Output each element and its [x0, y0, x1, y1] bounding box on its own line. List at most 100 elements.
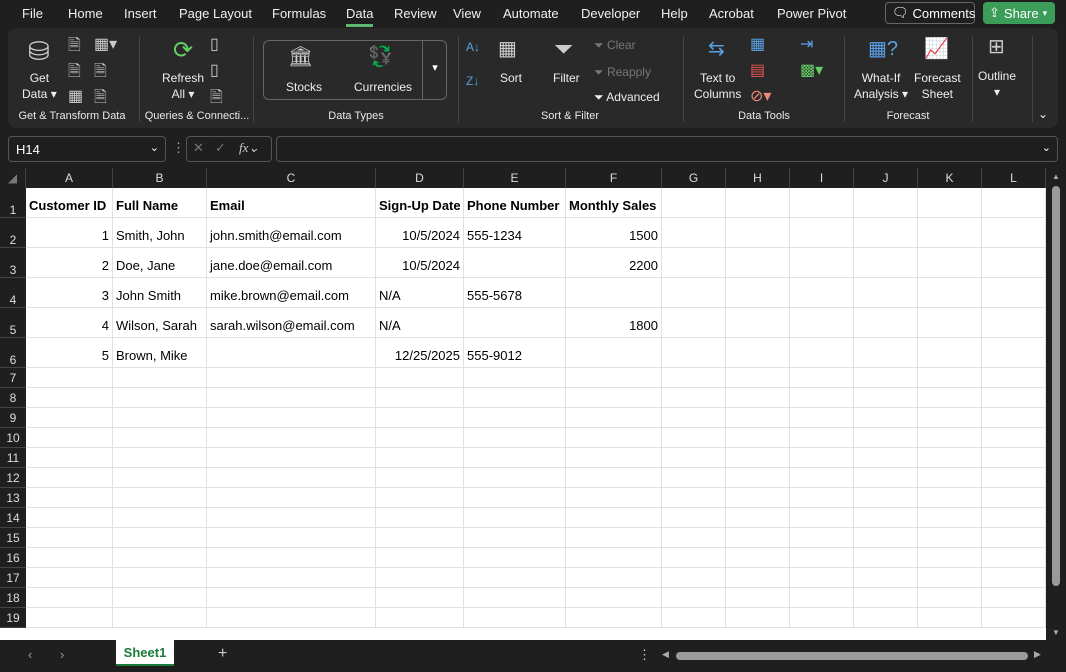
- cell-I5[interactable]: [790, 308, 854, 338]
- cell-H3[interactable]: [726, 248, 790, 278]
- cell-C7[interactable]: [207, 368, 376, 388]
- cell-A13[interactable]: [26, 488, 113, 508]
- cell-G3[interactable]: [662, 248, 726, 278]
- cell-A9[interactable]: [26, 408, 113, 428]
- column-header-B[interactable]: B: [113, 168, 207, 188]
- cell-I3[interactable]: [790, 248, 854, 278]
- cancel-icon[interactable]: ✕: [193, 140, 204, 156]
- add-sheet-icon[interactable]: +: [218, 645, 227, 663]
- cell-H11[interactable]: [726, 448, 790, 468]
- row-header-6[interactable]: 6: [0, 338, 26, 368]
- cell-G5[interactable]: [662, 308, 726, 338]
- sort-button[interactable]: Sort: [500, 70, 522, 86]
- cell-K6[interactable]: [918, 338, 982, 368]
- cell-L13[interactable]: [982, 488, 1046, 508]
- cell-E4[interactable]: 555-5678: [464, 278, 566, 308]
- cell-G18[interactable]: [662, 588, 726, 608]
- cell-A1[interactable]: Customer ID: [26, 188, 113, 218]
- cell-E19[interactable]: [464, 608, 566, 628]
- cell-E16[interactable]: [464, 548, 566, 568]
- more-options-icon[interactable]: ⋮: [172, 140, 185, 156]
- cell-C9[interactable]: [207, 408, 376, 428]
- cell-B18[interactable]: [113, 588, 207, 608]
- cell-L14[interactable]: [982, 508, 1046, 528]
- cell-I8[interactable]: [790, 388, 854, 408]
- cell-G4[interactable]: [662, 278, 726, 308]
- flash-fill-icon[interactable]: ▦: [750, 34, 765, 54]
- column-header-D[interactable]: D: [376, 168, 464, 188]
- cell-F7[interactable]: [566, 368, 662, 388]
- cell-H19[interactable]: [726, 608, 790, 628]
- cell-G12[interactable]: [662, 468, 726, 488]
- cell-G15[interactable]: [662, 528, 726, 548]
- cell-G13[interactable]: [662, 488, 726, 508]
- cell-E2[interactable]: 555-1234: [464, 218, 566, 248]
- column-header-A[interactable]: A: [26, 168, 113, 188]
- row-header-18[interactable]: 18: [0, 588, 26, 608]
- cell-D18[interactable]: [376, 588, 464, 608]
- cell-C11[interactable]: [207, 448, 376, 468]
- cell-G1[interactable]: [662, 188, 726, 218]
- cell-A14[interactable]: [26, 508, 113, 528]
- cell-L12[interactable]: [982, 468, 1046, 488]
- cell-G7[interactable]: [662, 368, 726, 388]
- cell-F6[interactable]: [566, 338, 662, 368]
- cell-K9[interactable]: [918, 408, 982, 428]
- edit-links-icon[interactable]: 🗎: [210, 86, 223, 113]
- cell-L17[interactable]: [982, 568, 1046, 588]
- cell-H15[interactable]: [726, 528, 790, 548]
- cell-D2[interactable]: 10/5/2024: [376, 218, 464, 248]
- cell-D6[interactable]: 12/25/2025: [376, 338, 464, 368]
- cell-I17[interactable]: [790, 568, 854, 588]
- cell-H2[interactable]: [726, 218, 790, 248]
- cell-G17[interactable]: [662, 568, 726, 588]
- column-header-L[interactable]: L: [982, 168, 1046, 188]
- column-header-K[interactable]: K: [918, 168, 982, 188]
- cell-J12[interactable]: [854, 468, 918, 488]
- cell-K5[interactable]: [918, 308, 982, 338]
- cell-K10[interactable]: [918, 428, 982, 448]
- menu-tab-acrobat[interactable]: Acrobat: [709, 6, 754, 21]
- cell-B6[interactable]: Brown, Mike: [113, 338, 207, 368]
- row-header-13[interactable]: 13: [0, 488, 26, 508]
- cell-B3[interactable]: Doe, Jane: [113, 248, 207, 278]
- cell-A15[interactable]: [26, 528, 113, 548]
- menu-tab-formulas[interactable]: Formulas: [272, 6, 326, 21]
- column-header-G[interactable]: G: [662, 168, 726, 188]
- column-header-F[interactable]: F: [566, 168, 662, 188]
- forecast-sheet-button[interactable]: ForecastSheet: [914, 70, 961, 102]
- cell-B10[interactable]: [113, 428, 207, 448]
- cell-J9[interactable]: [854, 408, 918, 428]
- cell-L3[interactable]: [982, 248, 1046, 278]
- cell-E3[interactable]: [464, 248, 566, 278]
- select-all-button[interactable]: ◢: [0, 168, 26, 188]
- cell-I19[interactable]: [790, 608, 854, 628]
- expand-formula-icon[interactable]: ⌄: [1042, 141, 1051, 154]
- cell-C1[interactable]: Email: [207, 188, 376, 218]
- get-data-button[interactable]: GetData ▾: [22, 70, 57, 102]
- cell-I4[interactable]: [790, 278, 854, 308]
- cell-F17[interactable]: [566, 568, 662, 588]
- insert-function-icon[interactable]: fx⌄: [239, 140, 259, 156]
- cell-E15[interactable]: [464, 528, 566, 548]
- cell-D10[interactable]: [376, 428, 464, 448]
- cell-L19[interactable]: [982, 608, 1046, 628]
- cell-G10[interactable]: [662, 428, 726, 448]
- cell-H9[interactable]: [726, 408, 790, 428]
- cell-J17[interactable]: [854, 568, 918, 588]
- remove-duplicates-icon[interactable]: ▤: [750, 60, 765, 80]
- cell-K12[interactable]: [918, 468, 982, 488]
- cell-K11[interactable]: [918, 448, 982, 468]
- menu-tab-file[interactable]: File: [22, 6, 43, 21]
- from-table-icon[interactable]: ▦: [68, 86, 83, 106]
- cell-C5[interactable]: sarah.wilson@email.com: [207, 308, 376, 338]
- what-if-analysis-button[interactable]: What-IfAnalysis ▾: [854, 70, 908, 102]
- cell-A4[interactable]: 3: [26, 278, 113, 308]
- cell-J8[interactable]: [854, 388, 918, 408]
- row-header-7[interactable]: 7: [0, 368, 26, 388]
- cell-C17[interactable]: [207, 568, 376, 588]
- more-options-icon[interactable]: ⋮: [638, 647, 651, 663]
- cell-D15[interactable]: [376, 528, 464, 548]
- currencies-button[interactable]: Currencies: [354, 79, 412, 95]
- cell-A16[interactable]: [26, 548, 113, 568]
